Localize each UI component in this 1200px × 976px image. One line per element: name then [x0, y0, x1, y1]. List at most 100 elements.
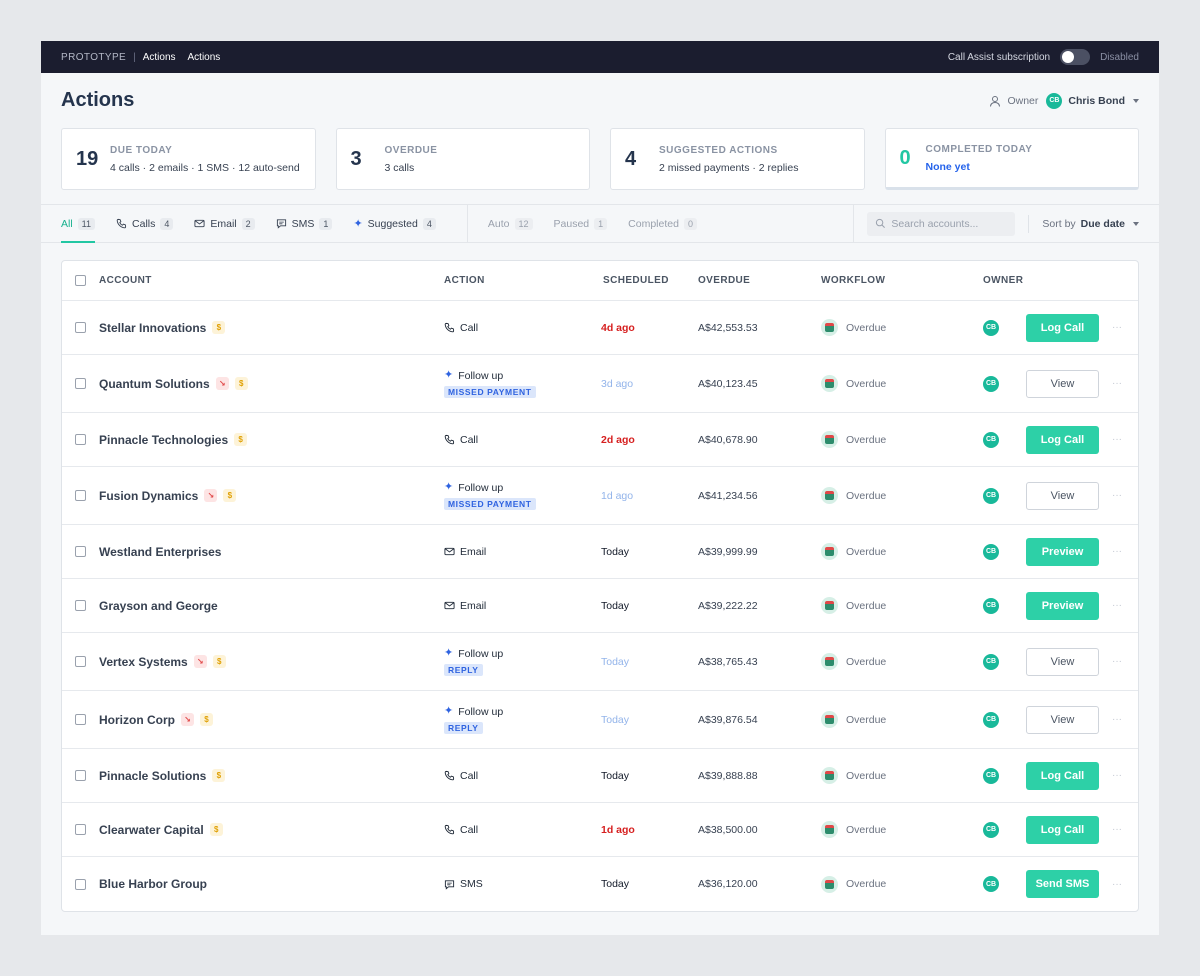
header-owner[interactable]: OWNER	[983, 275, 1026, 286]
workflow-status[interactable]: Overdue	[821, 711, 983, 728]
tab-count: 1	[594, 217, 608, 230]
row-action-button[interactable]: View	[1026, 369, 1099, 398]
workflow-status[interactable]: Overdue	[821, 431, 983, 448]
more-icon[interactable]: ···	[1112, 714, 1136, 725]
tab-email[interactable]: Email 2	[194, 205, 255, 242]
row-action-button[interactable]: View	[1026, 647, 1099, 676]
workflow-status[interactable]: Overdue	[821, 319, 983, 336]
more-icon[interactable]: ···	[1112, 434, 1136, 445]
table-row[interactable]: Fusion Dynamics ↘ $ ✦ Follow up MISSED PAYMEN…	[62, 467, 1138, 525]
tab-calls[interactable]: Calls 4	[116, 205, 174, 242]
row-action-button[interactable]: Log Call	[1026, 313, 1099, 342]
row-checkbox[interactable]	[75, 656, 86, 667]
account-name[interactable]: Grayson and George	[99, 599, 218, 613]
calendar-icon	[821, 597, 838, 614]
workflow-status[interactable]: Overdue	[821, 375, 983, 392]
tab-all[interactable]: All 11	[61, 205, 96, 243]
card-due-today[interactable]: 19 DUE TODAY 4 calls · 2 emails · 1 SMS ·…	[61, 128, 316, 190]
workflow-status[interactable]: Overdue	[821, 875, 983, 893]
row-checkbox[interactable]	[75, 824, 86, 835]
row-action-button[interactable]: View	[1026, 705, 1099, 734]
scheduled-value: 1d ago	[601, 823, 635, 836]
workflow-status[interactable]: Overdue	[821, 821, 983, 838]
row-action-button[interactable]: Preview	[1026, 537, 1099, 566]
header-scheduled[interactable]: SCHEDULED	[601, 275, 698, 286]
tab-sms[interactable]: SMS 1	[276, 205, 333, 242]
account-name[interactable]: Pinnacle Solutions	[99, 769, 206, 783]
brand-label: PROTOTYPE	[61, 51, 127, 63]
more-icon[interactable]: ···	[1112, 770, 1136, 781]
tab-paused[interactable]: Paused 1	[554, 205, 608, 242]
more-icon[interactable]: ···	[1112, 378, 1136, 389]
table-row[interactable]: Vertex Systems ↘ $ ✦ Follow up REPLY Today A$38…	[62, 633, 1138, 691]
workflow-status[interactable]: Overdue	[821, 653, 983, 670]
card-suggested-actions[interactable]: 4 SUGGESTED ACTIONS 2 missed payments · 2…	[610, 128, 865, 190]
scheduled-value: Today	[601, 713, 630, 726]
more-icon[interactable]: ···	[1112, 656, 1136, 667]
dollar-icon: $	[223, 489, 237, 502]
row-checkbox[interactable]	[75, 600, 86, 611]
table-row[interactable]: Clearwater Capital $ Call 1d ago A$38,500.00…	[62, 803, 1138, 857]
tab-auto[interactable]: Auto 12	[488, 205, 533, 242]
header-workflow[interactable]: WORKFLOW	[821, 275, 983, 286]
row-checkbox[interactable]	[75, 322, 86, 333]
row-checkbox[interactable]	[75, 770, 86, 781]
search-input[interactable]: Search accounts...	[867, 211, 1016, 236]
account-name[interactable]: Blue Harbor Group	[99, 877, 207, 891]
more-icon[interactable]: ···	[1112, 490, 1136, 501]
header-action[interactable]: ACTION	[444, 275, 601, 286]
account-name[interactable]: Fusion Dynamics	[99, 489, 198, 503]
row-action-button[interactable]: Preview	[1026, 591, 1099, 620]
account-name[interactable]: Vertex Systems	[99, 655, 188, 669]
table-row[interactable]: Stellar Innovations $ Call 4d ago A$42,553.5…	[62, 301, 1138, 355]
table-row[interactable]: Blue Harbor Group SMS Today A$36,120.00 Over…	[62, 857, 1138, 911]
row-checkbox[interactable]	[75, 546, 86, 557]
account-name[interactable]: Clearwater Capital	[99, 823, 204, 837]
account-name[interactable]: Pinnacle Technologies	[99, 433, 228, 447]
account-name[interactable]: Westland Enterprises	[99, 545, 221, 559]
owner-selector[interactable]: Owner CB Chris Bond	[989, 92, 1139, 109]
select-all-checkbox[interactable]	[75, 275, 86, 286]
more-icon[interactable]: ···	[1112, 322, 1136, 333]
scheduled-value: 3d ago	[601, 377, 634, 390]
table-row[interactable]: Quantum Solutions ↘ $ ✦ Follow up MISSED PAYM…	[62, 355, 1138, 413]
card-completed-today[interactable]: 0 COMPLETED TODAY None yet	[884, 128, 1139, 190]
workflow-status[interactable]: Overdue	[821, 767, 983, 784]
row-action-button[interactable]: Log Call	[1026, 815, 1099, 844]
more-icon[interactable]: ···	[1112, 824, 1136, 835]
card-overdue[interactable]: 3 OVERDUE 3 calls	[335, 128, 590, 190]
workflow-status[interactable]: Overdue	[821, 597, 983, 614]
more-icon[interactable]: ···	[1112, 879, 1136, 890]
row-checkbox[interactable]	[75, 434, 86, 445]
account-name[interactable]: Quantum Solutions	[99, 377, 210, 391]
account-name[interactable]: Horizon Corp	[99, 713, 175, 727]
row-checkbox[interactable]	[75, 878, 86, 890]
avatar: CB	[983, 876, 999, 892]
table-row[interactable]: Grayson and George Email Today A$39,222.22 O…	[62, 579, 1138, 633]
table-row[interactable]: Westland Enterprises Email Today A$39,999.9…	[62, 525, 1138, 579]
row-action-button[interactable]: Log Call	[1026, 425, 1099, 454]
header-overdue[interactable]: OVERDUE	[698, 275, 821, 286]
scheduled-value: 1d ago	[601, 489, 634, 502]
table-row[interactable]: Horizon Corp ↘ $ ✦ Follow up REPLY Today A$39,8…	[62, 691, 1138, 749]
row-action-button[interactable]: View	[1026, 481, 1099, 510]
tab-completed[interactable]: Completed 0	[628, 205, 697, 242]
breadcrumb-actions[interactable]: Actions	[143, 52, 176, 63]
breadcrumb-actions-current[interactable]: Actions	[188, 52, 221, 63]
header-account[interactable]: ACCOUNT	[99, 275, 444, 286]
table-row[interactable]: Pinnacle Technologies $ Call 2d ago A$40,678…	[62, 413, 1138, 467]
more-icon[interactable]: ···	[1112, 600, 1136, 611]
row-checkbox[interactable]	[75, 378, 86, 389]
workflow-status[interactable]: Overdue	[821, 487, 983, 504]
tab-suggested[interactable]: ✦ Suggested 4	[353, 205, 436, 242]
table-row[interactable]: Pinnacle Solutions $ Call Today A$39,888.88 O…	[62, 749, 1138, 803]
row-checkbox[interactable]	[75, 714, 86, 725]
row-checkbox[interactable]	[75, 490, 86, 501]
workflow-status[interactable]: Overdue	[821, 543, 983, 560]
subscription-toggle[interactable]	[1060, 49, 1091, 65]
row-action-button[interactable]: Log Call	[1026, 761, 1099, 790]
sort-dropdown[interactable]: Sort by Due date	[1042, 218, 1139, 230]
row-action-button[interactable]: Send SMS	[1026, 870, 1099, 898]
account-name[interactable]: Stellar Innovations	[99, 321, 206, 335]
more-icon[interactable]: ···	[1112, 546, 1136, 557]
